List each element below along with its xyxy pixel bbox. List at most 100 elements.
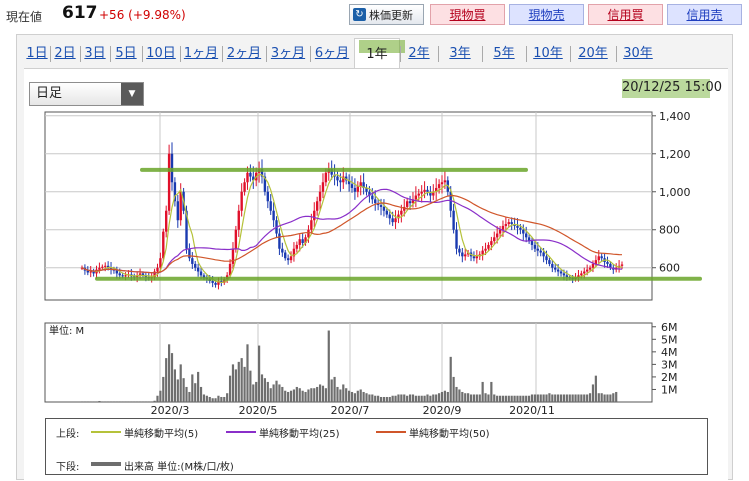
candle-body bbox=[591, 263, 595, 268]
volume-bar bbox=[417, 395, 420, 402]
price-tick-label: 1,200 bbox=[659, 148, 691, 161]
candle-body bbox=[269, 201, 272, 211]
candle-body bbox=[542, 252, 545, 257]
volume-bar bbox=[362, 391, 365, 402]
volume-bar bbox=[501, 395, 505, 402]
candle-body bbox=[461, 252, 464, 257]
candle-body bbox=[548, 260, 551, 264]
volume-bar bbox=[304, 391, 307, 402]
volume-bar bbox=[194, 383, 197, 402]
volume-bar bbox=[458, 389, 461, 402]
candle-body bbox=[188, 248, 191, 259]
volume-bar bbox=[513, 395, 516, 402]
volume-bar bbox=[266, 381, 269, 402]
volume-bar bbox=[403, 394, 406, 402]
volume-bar bbox=[490, 381, 493, 402]
volume-bar bbox=[153, 400, 156, 402]
volume-bar bbox=[220, 396, 223, 402]
volume-bar bbox=[440, 391, 444, 402]
volume-bar bbox=[527, 395, 531, 402]
volume-bar bbox=[205, 395, 208, 402]
volume-bar bbox=[469, 394, 473, 402]
candle-body bbox=[324, 172, 328, 183]
volume-bar bbox=[353, 393, 357, 402]
volume-bar bbox=[559, 394, 563, 402]
x-tick-label: 2020/7 bbox=[331, 404, 370, 417]
volume-tick-label: 5M bbox=[661, 333, 678, 346]
candle-body bbox=[495, 233, 499, 238]
volume-bar bbox=[226, 393, 229, 402]
volume-bar bbox=[542, 394, 545, 402]
volume-bar bbox=[321, 385, 325, 402]
candle-body bbox=[539, 250, 542, 253]
volume-bar bbox=[176, 379, 179, 402]
candle-body bbox=[420, 191, 423, 194]
volume-bar bbox=[191, 374, 194, 402]
volume-bar bbox=[246, 344, 249, 402]
volume-bar bbox=[112, 401, 116, 402]
volume-bar bbox=[83, 401, 87, 402]
volume-bar bbox=[519, 395, 522, 402]
volume-tick-label: 4M bbox=[661, 346, 678, 359]
volume-bar bbox=[347, 390, 351, 402]
candle-body bbox=[490, 241, 493, 245]
volume-bar bbox=[580, 394, 583, 402]
candle-body bbox=[536, 248, 540, 251]
volume-bar bbox=[237, 361, 240, 402]
volume-bar bbox=[104, 401, 107, 402]
candle-body bbox=[585, 269, 589, 272]
volume-bar bbox=[257, 345, 261, 402]
volume-bar bbox=[568, 394, 571, 402]
volume-bar bbox=[530, 394, 534, 402]
volume-bar bbox=[217, 395, 220, 402]
volume-bar bbox=[522, 395, 525, 402]
candle-body bbox=[551, 263, 554, 268]
volume-plot-frame bbox=[44, 322, 653, 403]
candle-body bbox=[606, 262, 609, 264]
volume-bar bbox=[551, 394, 554, 402]
candle-body bbox=[310, 220, 313, 230]
volume-bar bbox=[591, 384, 595, 402]
volume-bar bbox=[356, 390, 359, 402]
volume-bar bbox=[107, 401, 110, 402]
volume-bar bbox=[330, 379, 333, 402]
candle-body bbox=[455, 229, 458, 249]
volume-bar bbox=[414, 395, 417, 402]
candle-body bbox=[321, 182, 325, 192]
volume-bar bbox=[388, 396, 391, 402]
candle-body bbox=[524, 233, 528, 238]
volume-bar bbox=[377, 395, 380, 402]
volume-bar bbox=[316, 386, 319, 402]
candle-body bbox=[115, 270, 119, 274]
volume-bar bbox=[310, 388, 313, 402]
candle-body bbox=[385, 210, 389, 215]
volume-bar bbox=[446, 391, 449, 402]
volume-bar bbox=[301, 390, 304, 402]
volume-bar bbox=[565, 394, 568, 402]
legend-ma50-swatch bbox=[376, 431, 406, 433]
volume-bar bbox=[411, 394, 415, 402]
volume-bar bbox=[287, 391, 290, 402]
volume-bar bbox=[260, 374, 264, 402]
candle-body bbox=[295, 244, 299, 249]
volume-bar bbox=[89, 401, 92, 402]
price-tick-label: 600 bbox=[659, 262, 680, 275]
candle-body bbox=[313, 210, 316, 221]
candle-body bbox=[211, 281, 214, 283]
volume-bar bbox=[144, 401, 147, 402]
volume-bar bbox=[136, 401, 139, 402]
candle-body bbox=[353, 187, 357, 192]
volume-bar bbox=[101, 401, 104, 402]
candle-body bbox=[246, 172, 249, 183]
candle-body bbox=[374, 199, 377, 204]
candle-body bbox=[382, 206, 386, 211]
volume-bar bbox=[577, 394, 580, 402]
volume-bar bbox=[371, 394, 374, 402]
legend-volume-swatch bbox=[91, 462, 121, 466]
candle-body bbox=[379, 205, 383, 207]
candle-body bbox=[600, 256, 603, 259]
volume-bar bbox=[124, 401, 127, 402]
candle-body bbox=[559, 271, 563, 274]
candle-body bbox=[472, 256, 476, 259]
candle-body bbox=[440, 182, 444, 185]
